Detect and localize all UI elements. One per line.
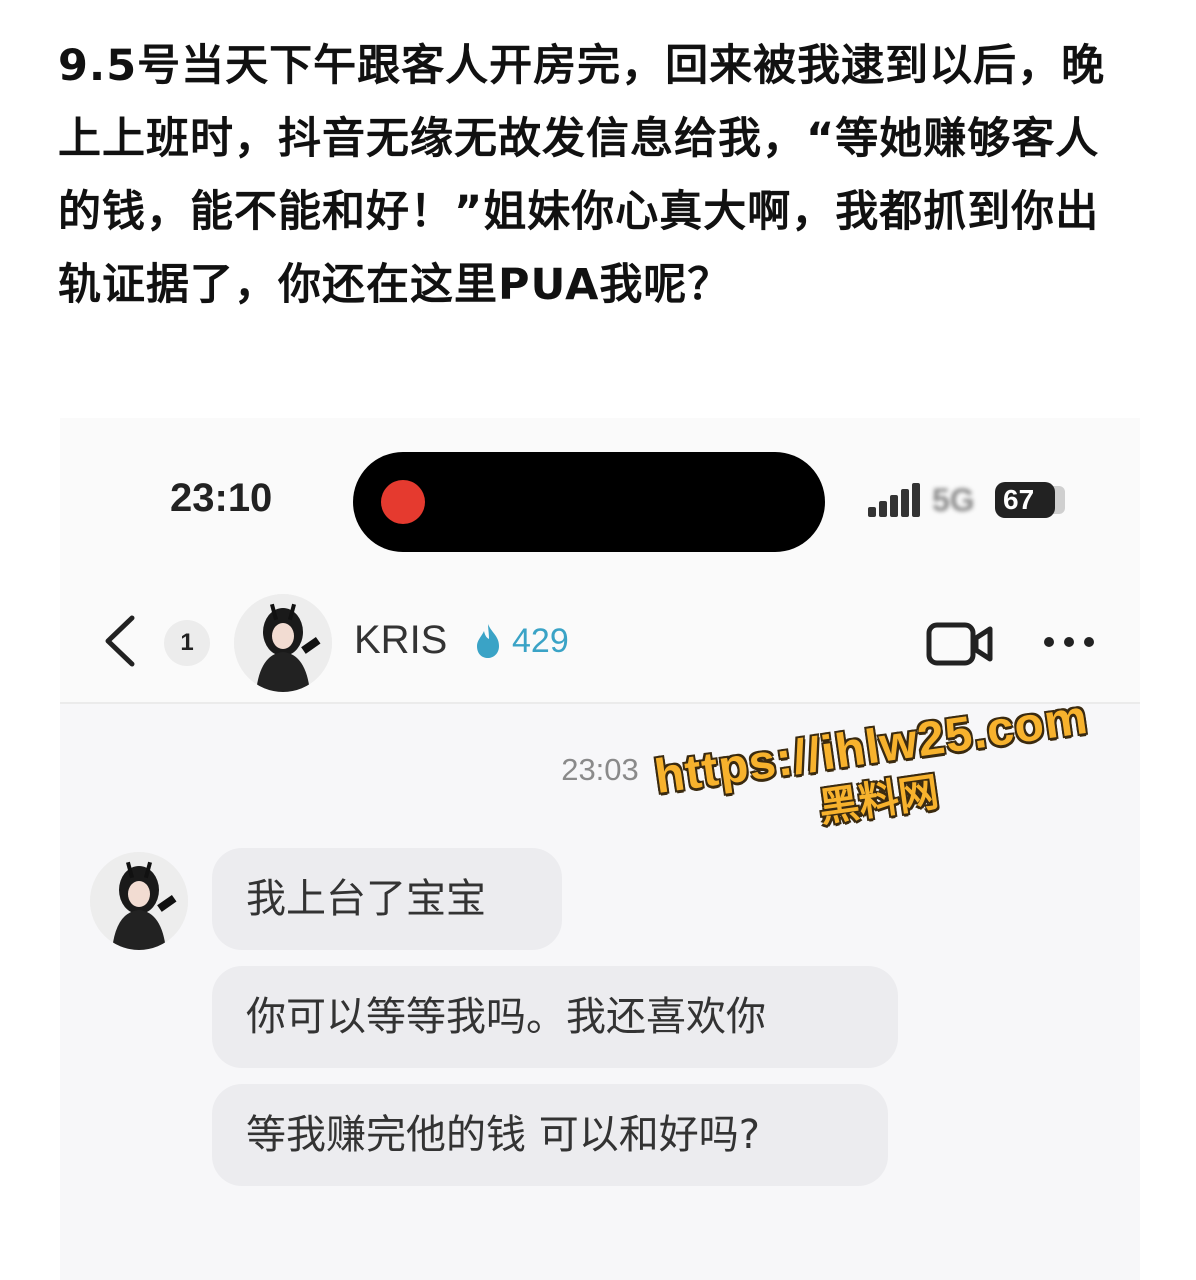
contact-name[interactable]: KRIS: [354, 618, 447, 663]
chat-header-area: 23:10 5G 67 1 KRIS 429: [60, 418, 1140, 703]
contact-avatar[interactable]: [234, 594, 332, 692]
avatar-image: [90, 852, 188, 950]
video-call-icon[interactable]: [926, 620, 994, 668]
message-bubble[interactable]: 你可以等等我吗。我还喜欢你: [212, 966, 898, 1068]
fire-streak-count: 429: [512, 622, 569, 660]
post-caption: 9.5号当天下午跟客人开房完，回来被我逮到以后，晚上上班时，抖音无缘无故发信息给…: [58, 41, 1106, 310]
sender-avatar[interactable]: [90, 852, 188, 950]
avatar-image: [234, 594, 332, 692]
signal-strength-icon: [868, 483, 920, 517]
battery-level: 67: [995, 482, 1055, 518]
flame-icon: [477, 624, 499, 658]
message-bubble[interactable]: 等我赚完他的钱 可以和好吗?: [212, 1084, 888, 1186]
recording-indicator-icon: [381, 480, 425, 524]
network-type: 5G: [932, 482, 975, 518]
more-options-icon[interactable]: [1042, 632, 1096, 652]
message-bubble[interactable]: 我上台了宝宝: [212, 848, 562, 950]
dynamic-island: [353, 452, 825, 552]
status-time: 23:10: [170, 476, 273, 520]
unread-count-badge[interactable]: 1: [164, 620, 210, 666]
back-arrow-icon[interactable]: [100, 614, 140, 668]
